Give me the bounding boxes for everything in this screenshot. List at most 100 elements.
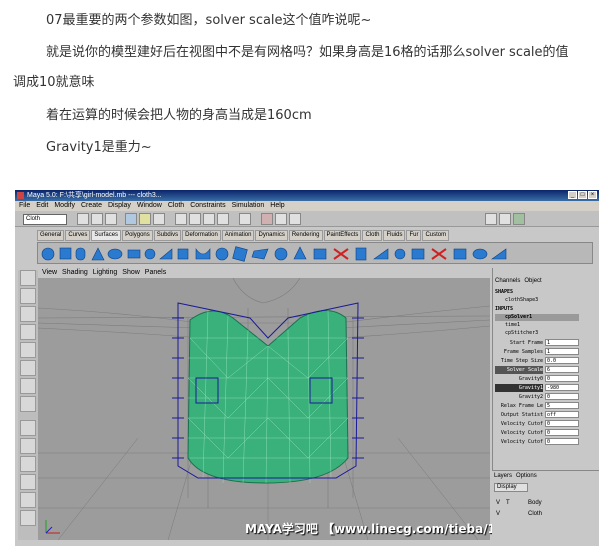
attr-value[interactable]: off [545, 411, 579, 418]
shelf-tab[interactable]: Subdivs [153, 230, 182, 241]
select-component-icon[interactable] [153, 213, 165, 225]
tab-options[interactable]: Options [516, 473, 537, 479]
menu-create[interactable]: Create [81, 201, 102, 211]
layer-row-cloth[interactable]: V Cloth [494, 510, 590, 519]
attr-value[interactable]: 5 [545, 402, 579, 409]
surfaces-shelf [37, 242, 593, 264]
open-scene-icon[interactable] [91, 213, 103, 225]
attr-value[interactable]: 0 [545, 420, 579, 427]
shelf-tab[interactable]: Custom [422, 230, 450, 241]
input-node-stitcher[interactable]: cpStitcher3 [495, 330, 579, 337]
render-globals-icon[interactable] [289, 213, 301, 225]
scale-tool-icon[interactable] [20, 360, 36, 376]
shelf-tab[interactable]: Polygons [122, 230, 153, 241]
shelf-tab[interactable]: Rendering [288, 230, 323, 241]
panel-menu-shading[interactable]: Shading [62, 268, 88, 278]
select-object-icon[interactable] [139, 213, 151, 225]
attr-value[interactable]: -980 [545, 384, 579, 391]
save-scene-icon[interactable] [105, 213, 117, 225]
shelf-tab[interactable]: General [37, 230, 65, 241]
panel-menu-panels[interactable]: Panels [145, 268, 166, 278]
menu-help[interactable]: Help [270, 201, 284, 211]
shelf-tab[interactable]: Fur [406, 230, 422, 241]
snap-view-icon[interactable] [217, 213, 229, 225]
shelf-tab[interactable]: Deformation [182, 230, 221, 241]
menu-constraints[interactable]: Constraints [190, 201, 225, 211]
shelf-tabs: General Curves Surfaces Polygons Subdivs… [37, 230, 450, 241]
graph-editor-layout-icon[interactable] [20, 510, 36, 526]
attr-value[interactable]: 6 [545, 366, 579, 373]
last-tool-icon[interactable] [20, 396, 36, 412]
menu-display[interactable]: Display [108, 201, 131, 211]
manipulator-tool-icon[interactable] [20, 378, 36, 394]
side-by-side-layout-icon[interactable] [20, 456, 36, 472]
layer-row-body[interactable]: V T Body [494, 499, 590, 508]
menu-cloth[interactable]: Cloth [168, 201, 184, 211]
viewport-scene [38, 278, 490, 540]
attr-value[interactable]: 1 [545, 348, 579, 355]
new-scene-icon[interactable] [77, 213, 89, 225]
shelf-tab[interactable]: Curves [65, 230, 91, 241]
shelf-tool-icons[interactable] [38, 243, 594, 265]
attr-value[interactable]: 1 [545, 339, 579, 346]
shelf-tab[interactable]: Animation [221, 230, 255, 241]
snap-grid-icon[interactable] [175, 213, 187, 225]
menu-edit[interactable]: Edit [36, 201, 48, 211]
layer-template-toggle[interactable]: T [506, 499, 510, 508]
perspective-viewport[interactable] [38, 278, 490, 540]
select-hierarchy-icon[interactable] [125, 213, 137, 225]
snap-point-icon[interactable] [203, 213, 215, 225]
layer-display-dropdown[interactable]: Display [494, 483, 528, 492]
shelf-tab-active[interactable]: Surfaces [91, 230, 122, 241]
shape-node[interactable]: clothShape3 [495, 297, 579, 304]
layer-visibility-toggle[interactable]: V [496, 499, 500, 508]
shelf-tab[interactable]: Cloth [362, 230, 383, 241]
four-view-layout-icon[interactable] [20, 438, 36, 454]
minimize-icon[interactable]: _ [568, 191, 577, 199]
close-icon[interactable]: × [588, 191, 597, 199]
move-tool-icon[interactable] [20, 324, 36, 340]
shelf-tab[interactable]: PaintEffects [323, 230, 362, 241]
paint-select-tool-icon[interactable] [20, 306, 36, 322]
show-tool-settings-icon[interactable] [499, 213, 511, 225]
tab-object[interactable]: Object [524, 278, 541, 284]
layer-visibility-toggle[interactable]: V [496, 510, 500, 519]
input-node-time[interactable]: time1 [495, 322, 579, 329]
attr-value[interactable]: 0 [545, 438, 579, 445]
panel-menu-lighting[interactable]: Lighting [93, 268, 118, 278]
hypergraph-layout-icon[interactable] [20, 474, 36, 490]
tab-channels[interactable]: Channels [495, 278, 520, 284]
attr-name: Frame Samples [503, 349, 543, 355]
attr-name: Start Frame [509, 340, 543, 346]
tab-layers[interactable]: Layers [494, 473, 512, 479]
attr-name: Velocity Cutof [500, 430, 543, 436]
select-tool-icon[interactable] [20, 270, 36, 286]
input-node-solver[interactable]: cpSolver1 [495, 314, 579, 321]
attr-value[interactable]: 0 [545, 375, 579, 382]
lasso-tool-icon[interactable] [20, 288, 36, 304]
attr-name: Output Statist [500, 412, 543, 418]
maximize-icon[interactable]: □ [578, 191, 587, 199]
single-view-layout-icon[interactable] [20, 420, 36, 436]
attr-value[interactable]: 0 [545, 429, 579, 436]
shelf-tab[interactable]: Dynamics [255, 230, 288, 241]
show-channel-box-icon[interactable] [513, 213, 525, 225]
history-icon[interactable] [239, 213, 251, 225]
shelf-tab[interactable]: Fluids [383, 230, 406, 241]
snap-curve-icon[interactable] [189, 213, 201, 225]
window-title: Maya 5.0: F:\共享\girl-model.mb --- cloth3… [27, 192, 162, 199]
menu-modify[interactable]: Modify [54, 201, 75, 211]
ipr-render-icon[interactable] [275, 213, 287, 225]
panel-menu-view[interactable]: View [42, 268, 57, 278]
render-icon[interactable] [261, 213, 273, 225]
panel-menu-show[interactable]: Show [122, 268, 140, 278]
menu-file[interactable]: File [19, 201, 30, 211]
menu-simulation[interactable]: Simulation [232, 201, 265, 211]
show-attribute-editor-icon[interactable] [485, 213, 497, 225]
outliner-layout-icon[interactable] [20, 492, 36, 508]
rotate-tool-icon[interactable] [20, 342, 36, 358]
menu-window[interactable]: Window [137, 201, 162, 211]
attr-value[interactable]: 0.0 [545, 357, 579, 364]
attr-value[interactable]: 0 [545, 393, 579, 400]
mode-selector[interactable]: Cloth [23, 214, 67, 225]
